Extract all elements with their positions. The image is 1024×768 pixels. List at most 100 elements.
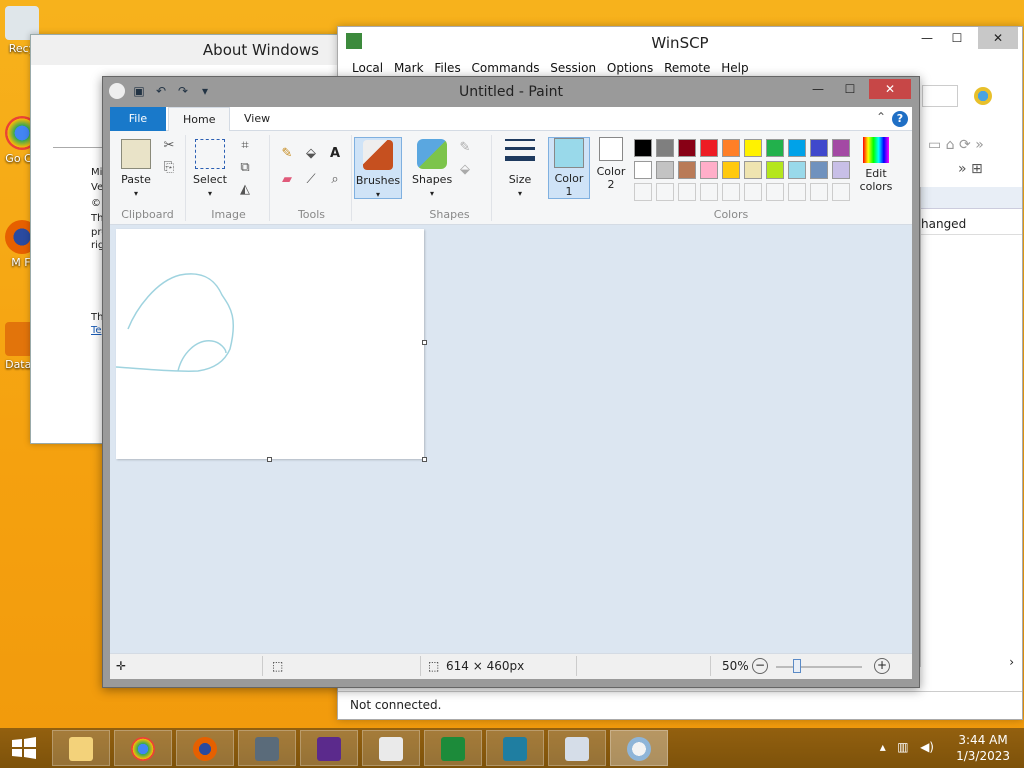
close-button[interactable]: ✕ [978, 27, 1018, 49]
zoom-out-button[interactable]: − [752, 658, 768, 674]
palette-swatch[interactable] [788, 161, 806, 179]
select-button[interactable]: Select ▾ [192, 139, 228, 199]
menu-remote[interactable]: Remote [664, 61, 710, 75]
palette-swatch[interactable] [678, 161, 696, 179]
menu-local[interactable]: Local [352, 61, 383, 75]
palette-swatch[interactable] [634, 139, 652, 157]
resize-handle-corner[interactable] [422, 457, 427, 462]
zoom-slider-thumb[interactable] [793, 659, 801, 673]
menu-options[interactable]: Options [607, 61, 653, 75]
fill-icon[interactable]: ⬙ [302, 145, 320, 163]
paste-button[interactable]: Paste ▾ [118, 139, 154, 199]
column-changed[interactable]: hanged [921, 213, 1022, 235]
palette-swatch[interactable] [656, 161, 674, 179]
menu-files[interactable]: Files [434, 61, 460, 75]
palette-swatch[interactable] [722, 139, 740, 157]
palette-swatch-empty[interactable] [722, 183, 740, 201]
tab-file[interactable]: File [110, 107, 166, 131]
toolbar-icons[interactable]: ▭ ⌂ ⟳ » [928, 137, 984, 153]
palette-swatch[interactable] [832, 161, 850, 179]
scroll-right-icon[interactable]: › [1009, 655, 1014, 669]
taskbar-trophy-app[interactable] [300, 730, 358, 766]
magnifier-icon[interactable]: ⌕ [326, 171, 344, 189]
palette-swatch[interactable] [700, 139, 718, 157]
palette-swatch-empty[interactable] [634, 183, 652, 201]
palette-swatch[interactable] [678, 139, 696, 157]
taskbar-winscp[interactable] [238, 730, 296, 766]
resize-handle-right[interactable] [422, 340, 427, 345]
rotate-icon[interactable]: ◭ [236, 181, 254, 199]
minimize-button[interactable]: — [912, 27, 942, 49]
palette-swatch-empty[interactable] [766, 183, 784, 201]
palette-swatch[interactable] [766, 139, 784, 157]
cut-icon[interactable]: ✂ [160, 137, 178, 155]
minimize-button[interactable]: — [803, 79, 833, 99]
color1-button[interactable]: Color 1 [548, 137, 590, 199]
palette-swatch[interactable] [656, 139, 674, 157]
palette-swatch[interactable] [634, 161, 652, 179]
zoom-slider-track[interactable] [776, 666, 862, 668]
brushes-button[interactable]: Brushes ▾ [354, 137, 402, 199]
eraser-icon[interactable]: ▰ [278, 171, 296, 189]
taskbar-store[interactable] [424, 730, 482, 766]
palette-swatch[interactable] [832, 139, 850, 157]
close-button[interactable]: ✕ [869, 79, 911, 99]
shapes-button[interactable]: Shapes ▾ [412, 139, 452, 199]
menu-help[interactable]: Help [721, 61, 748, 75]
help-icon[interactable]: ? [892, 111, 908, 127]
palette-swatch[interactable] [744, 139, 762, 157]
palette-swatch-empty[interactable] [700, 183, 718, 201]
resize-handle-bottom[interactable] [267, 457, 272, 462]
palette-swatch-empty[interactable] [788, 183, 806, 201]
palette-swatch-empty[interactable] [832, 183, 850, 201]
volume-icon[interactable]: ◀) [920, 740, 934, 754]
show-hidden-icons-icon[interactable]: ▴ [880, 740, 886, 754]
color2-button[interactable]: Color 2 [592, 137, 630, 191]
outline-icon[interactable]: ✎ [456, 139, 474, 157]
menu-session[interactable]: Session [550, 61, 596, 75]
edit-colors-button[interactable]: Edit colors [854, 137, 898, 193]
menu-mark[interactable]: Mark [394, 61, 424, 75]
tab-home[interactable]: Home [168, 107, 231, 131]
palette-swatch[interactable] [810, 161, 828, 179]
color-picker-icon[interactable]: ⟋ [302, 171, 320, 189]
palette-swatch[interactable] [700, 161, 718, 179]
fill-shape-icon[interactable]: ⬙ [456, 161, 474, 179]
start-button[interactable] [10, 736, 38, 760]
palette-swatch-empty[interactable] [656, 183, 674, 201]
taskbar-chrome[interactable] [114, 730, 172, 766]
taskbar-file-explorer[interactable] [52, 730, 110, 766]
terms-link[interactable]: Te [91, 325, 102, 336]
resize-icon[interactable]: ⧉ [236, 159, 254, 177]
globe-icon[interactable] [974, 87, 992, 105]
text-icon[interactable]: A [326, 145, 344, 163]
crop-icon[interactable]: ⌗ [236, 137, 254, 155]
pencil-icon[interactable]: ✎ [278, 145, 296, 163]
taskbar-firefox[interactable] [176, 730, 234, 766]
taskbar-keyboard-app[interactable] [548, 730, 606, 766]
palette-swatch[interactable] [722, 161, 740, 179]
tab-view[interactable]: View [230, 107, 284, 131]
clock[interactable]: 3:44 AM 1/3/2023 [956, 732, 1010, 764]
size-button[interactable]: Size ▾ [500, 139, 540, 199]
palette-swatch-empty[interactable] [744, 183, 762, 201]
palette-swatch[interactable] [788, 139, 806, 157]
collapse-ribbon-icon[interactable]: ⌃ [876, 110, 886, 124]
taskbar-reader[interactable] [486, 730, 544, 766]
session-dropdown[interactable] [922, 85, 958, 107]
copy-icon[interactable]: ⎘ [160, 159, 178, 177]
palette-swatch[interactable] [744, 161, 762, 179]
menu-commands[interactable]: Commands [472, 61, 540, 75]
maximize-button[interactable]: ☐ [835, 79, 865, 99]
taskbar-paint[interactable] [610, 730, 668, 766]
palette-swatch[interactable] [766, 161, 784, 179]
network-icon[interactable]: ▥ [897, 740, 908, 754]
palette-swatch[interactable] [810, 139, 828, 157]
palette-swatch-empty[interactable] [678, 183, 696, 201]
palette-swatch-empty[interactable] [810, 183, 828, 201]
drawing-canvas[interactable] [115, 229, 424, 459]
maximize-button[interactable]: ☐ [942, 27, 972, 49]
more-icon[interactable]: » ⊞ [958, 161, 983, 177]
taskbar-news-app[interactable] [362, 730, 420, 766]
zoom-in-button[interactable]: + [874, 658, 890, 674]
